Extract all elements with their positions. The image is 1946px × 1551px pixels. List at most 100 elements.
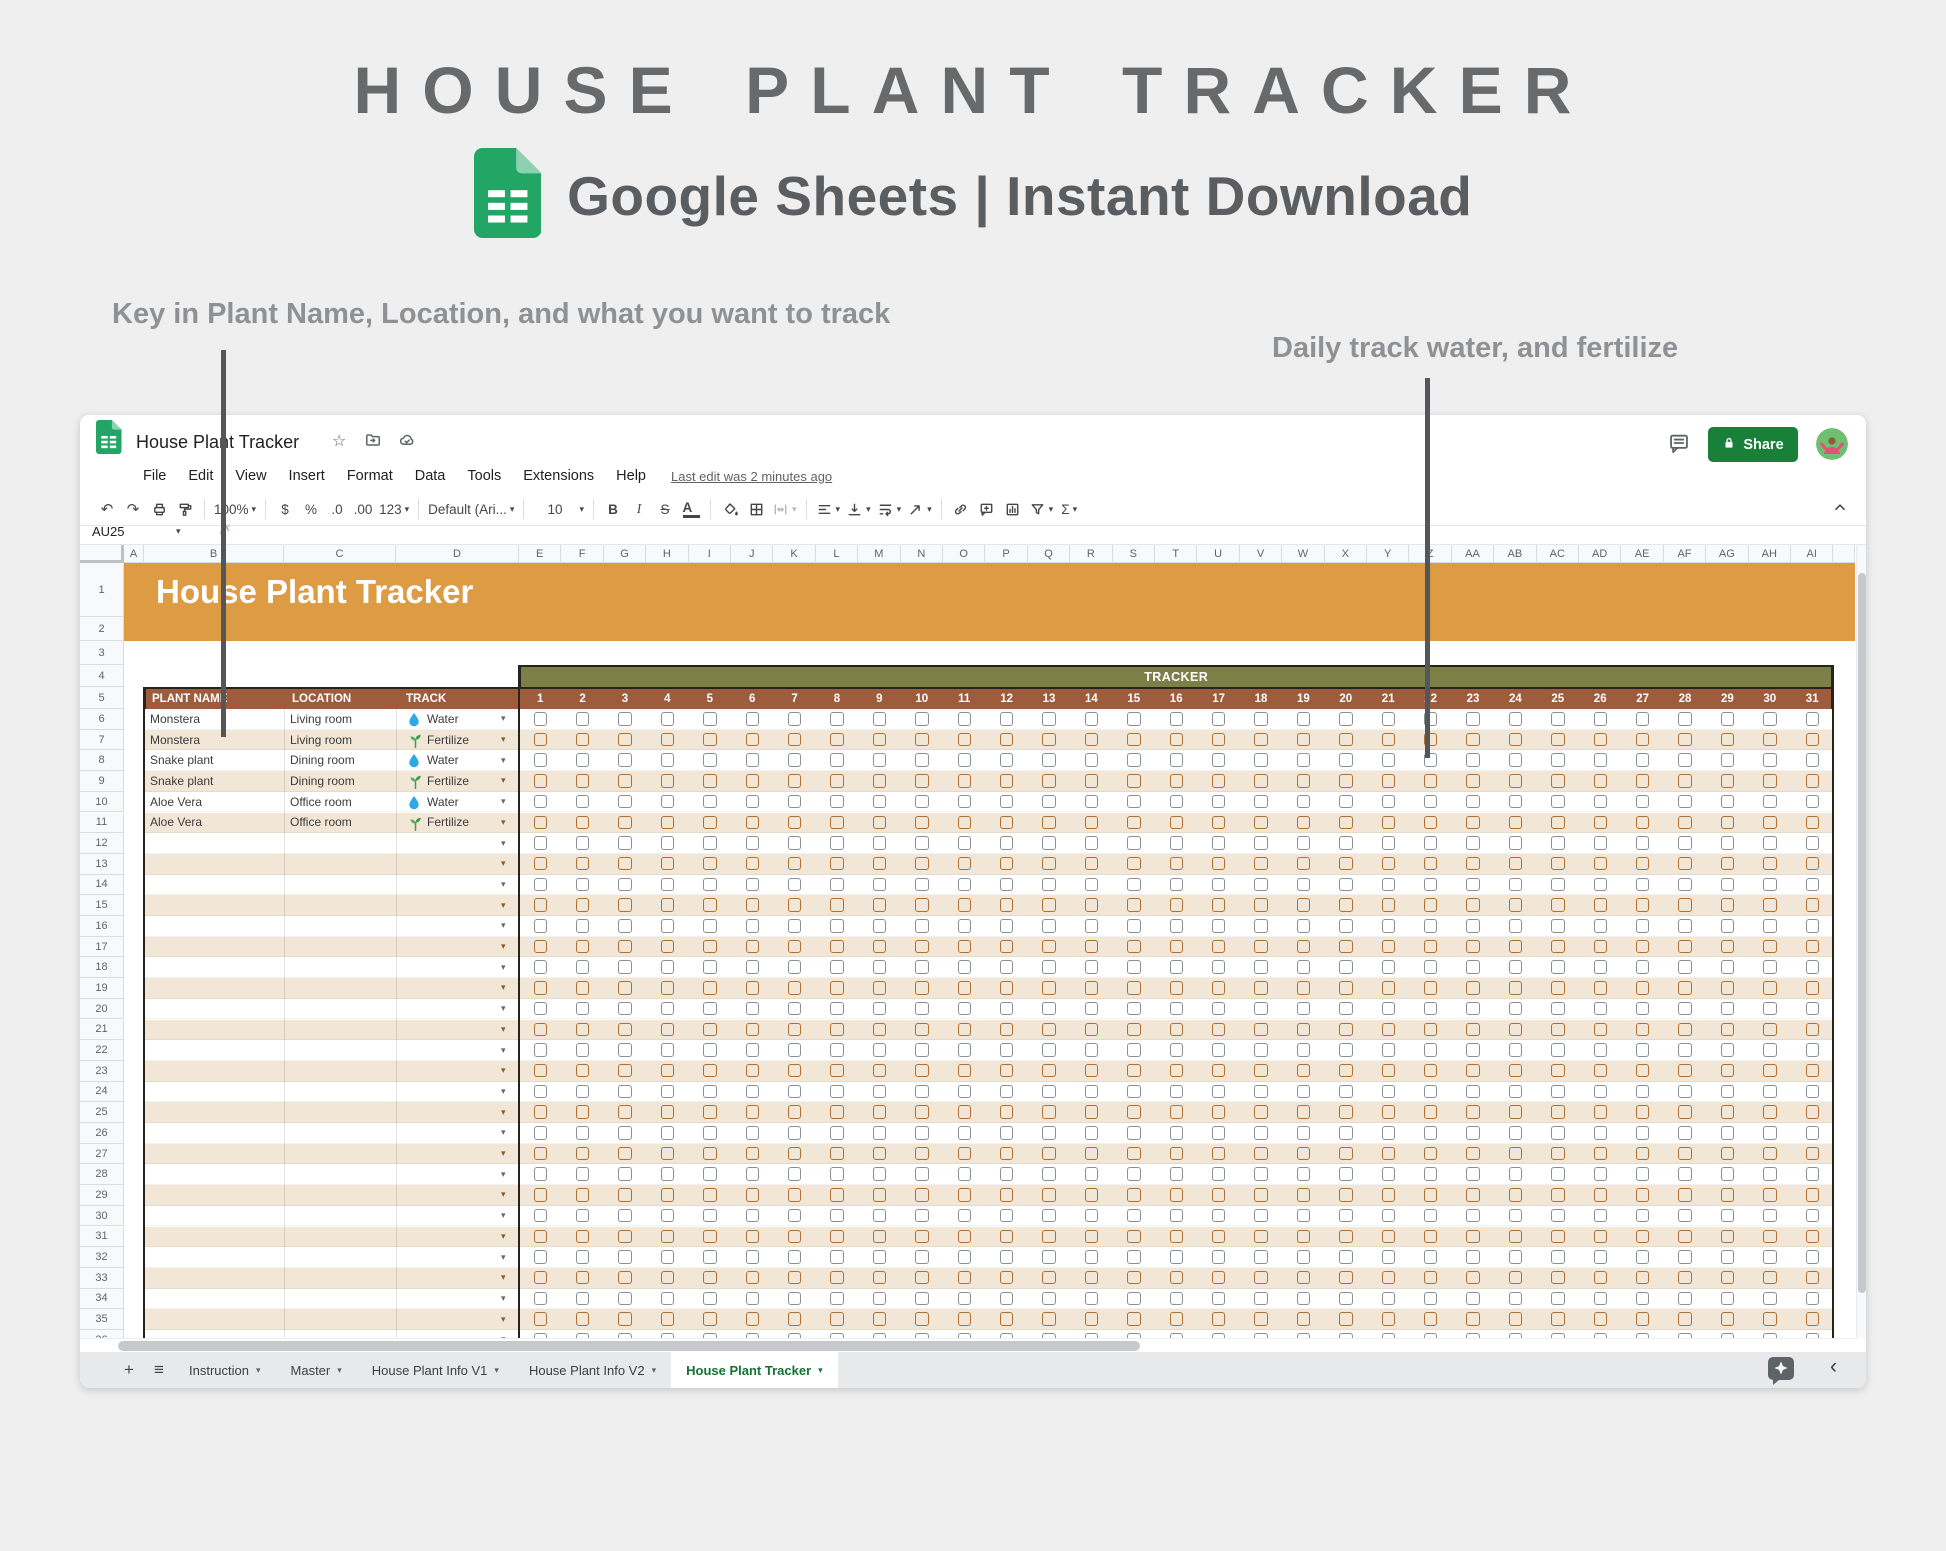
day-checkbox[interactable] xyxy=(1127,795,1141,809)
day-checkbox[interactable] xyxy=(1212,1271,1226,1285)
day-checkbox[interactable] xyxy=(1212,1230,1226,1244)
day-checkbox[interactable] xyxy=(788,1250,802,1264)
day-checkbox[interactable] xyxy=(1763,960,1777,974)
day-checkbox[interactable] xyxy=(618,919,632,933)
day-checkbox[interactable] xyxy=(1000,898,1014,912)
day-checkbox[interactable] xyxy=(1339,857,1353,871)
day-checkbox[interactable] xyxy=(1594,1250,1608,1264)
day-checkbox[interactable] xyxy=(1382,1167,1396,1181)
day-checkbox[interactable] xyxy=(576,1167,590,1181)
day-checkbox[interactable] xyxy=(1466,898,1480,912)
day-checkbox[interactable] xyxy=(1297,1085,1311,1099)
column-header-D[interactable]: D xyxy=(396,545,519,563)
day-checkbox[interactable] xyxy=(1763,753,1777,767)
day-checkbox[interactable] xyxy=(958,836,972,850)
day-checkbox[interactable] xyxy=(958,774,972,788)
menu-help[interactable]: Help xyxy=(605,468,657,484)
day-checkbox[interactable] xyxy=(958,1292,972,1306)
day-checkbox[interactable] xyxy=(1678,898,1692,912)
increase-decimal-button[interactable]: .00 xyxy=(350,496,376,522)
table-row-12[interactable]: ▾ xyxy=(144,833,1833,854)
day-checkbox[interactable] xyxy=(1339,1209,1353,1223)
day-checkbox[interactable] xyxy=(1339,1085,1353,1099)
day-checkbox[interactable] xyxy=(830,1271,844,1285)
day-checkbox[interactable] xyxy=(1763,1147,1777,1161)
day-checkbox[interactable] xyxy=(1297,1271,1311,1285)
day-checkbox[interactable] xyxy=(1000,1064,1014,1078)
day-checkbox[interactable] xyxy=(1382,1250,1396,1264)
day-checkbox[interactable] xyxy=(661,878,675,892)
day-checkbox[interactable] xyxy=(1127,1147,1141,1161)
day-checkbox[interactable] xyxy=(1127,1271,1141,1285)
day-checkbox[interactable] xyxy=(576,1209,590,1223)
day-checkbox[interactable] xyxy=(873,1209,887,1223)
day-checkbox[interactable] xyxy=(618,795,632,809)
table-row-6[interactable]: MonsteraLiving roomWater▾ xyxy=(144,709,1833,730)
day-checkbox[interactable] xyxy=(1339,1064,1353,1078)
day-checkbox[interactable] xyxy=(661,919,675,933)
day-checkbox[interactable] xyxy=(576,878,590,892)
day-checkbox[interactable] xyxy=(576,1292,590,1306)
day-checkbox[interactable] xyxy=(1297,898,1311,912)
day-checkbox[interactable] xyxy=(1000,940,1014,954)
day-checkbox[interactable] xyxy=(703,1147,717,1161)
day-checkbox[interactable] xyxy=(1212,1147,1226,1161)
row-header-30[interactable]: 30 xyxy=(80,1206,124,1227)
day-checkbox[interactable] xyxy=(830,816,844,830)
day-checkbox[interactable] xyxy=(1297,774,1311,788)
row-header-25[interactable]: 25 xyxy=(80,1102,124,1123)
font-size-select[interactable]: 10▾ xyxy=(530,496,587,522)
day-checkbox[interactable] xyxy=(534,981,548,995)
day-checkbox[interactable] xyxy=(1085,733,1099,747)
day-checkbox[interactable] xyxy=(1678,1312,1692,1326)
day-checkbox[interactable] xyxy=(830,774,844,788)
day-checkbox[interactable] xyxy=(1509,1064,1523,1078)
day-checkbox[interactable] xyxy=(1254,1085,1268,1099)
day-checkbox[interactable] xyxy=(1042,1230,1056,1244)
day-checkbox[interactable] xyxy=(1594,1002,1608,1016)
day-checkbox[interactable] xyxy=(1509,1105,1523,1119)
day-checkbox[interactable] xyxy=(1212,898,1226,912)
day-checkbox[interactable] xyxy=(618,1312,632,1326)
location-cell[interactable]: Living room xyxy=(290,730,352,750)
day-checkbox[interactable] xyxy=(1594,1147,1608,1161)
day-checkbox[interactable] xyxy=(746,816,760,830)
day-checkbox[interactable] xyxy=(1424,1023,1438,1037)
day-checkbox[interactable] xyxy=(703,857,717,871)
day-checkbox[interactable] xyxy=(873,816,887,830)
percent-button[interactable]: % xyxy=(298,496,324,522)
collapse-toolbar-icon[interactable] xyxy=(1832,499,1848,520)
day-checkbox[interactable] xyxy=(1085,1209,1099,1223)
day-checkbox[interactable] xyxy=(1594,795,1608,809)
day-checkbox[interactable] xyxy=(703,816,717,830)
day-checkbox[interactable] xyxy=(873,960,887,974)
day-checkbox[interactable] xyxy=(958,753,972,767)
row-header-16[interactable]: 16 xyxy=(80,916,124,937)
table-row-17[interactable]: ▾ xyxy=(144,937,1833,958)
day-checkbox[interactable] xyxy=(1297,795,1311,809)
day-checkbox[interactable] xyxy=(873,1167,887,1181)
day-checkbox[interactable] xyxy=(534,1188,548,1202)
day-checkbox[interactable] xyxy=(788,857,802,871)
column-header-W[interactable]: W xyxy=(1282,545,1324,563)
table-row-23[interactable]: ▾ xyxy=(144,1061,1833,1082)
day-checkbox[interactable] xyxy=(1042,1043,1056,1057)
day-checkbox[interactable] xyxy=(1763,898,1777,912)
insert-chart-icon[interactable] xyxy=(1000,496,1026,522)
track-dropdown-icon[interactable]: ▾ xyxy=(501,1061,506,1081)
track-dropdown-icon[interactable]: ▾ xyxy=(501,978,506,998)
day-checkbox[interactable] xyxy=(1085,712,1099,726)
day-checkbox[interactable] xyxy=(1127,733,1141,747)
day-checkbox[interactable] xyxy=(1551,774,1565,788)
day-checkbox[interactable] xyxy=(1551,898,1565,912)
day-checkbox[interactable] xyxy=(1678,1292,1692,1306)
day-checkbox[interactable] xyxy=(746,1271,760,1285)
day-checkbox[interactable] xyxy=(1763,1209,1777,1223)
day-checkbox[interactable] xyxy=(618,712,632,726)
plant-name-cell[interactable]: Snake plant xyxy=(150,750,213,770)
day-checkbox[interactable] xyxy=(1763,836,1777,850)
day-checkbox[interactable] xyxy=(1424,940,1438,954)
day-checkbox[interactable] xyxy=(1678,1085,1692,1099)
row-header-27[interactable]: 27 xyxy=(80,1144,124,1165)
track-dropdown-icon[interactable]: ▾ xyxy=(501,771,506,791)
